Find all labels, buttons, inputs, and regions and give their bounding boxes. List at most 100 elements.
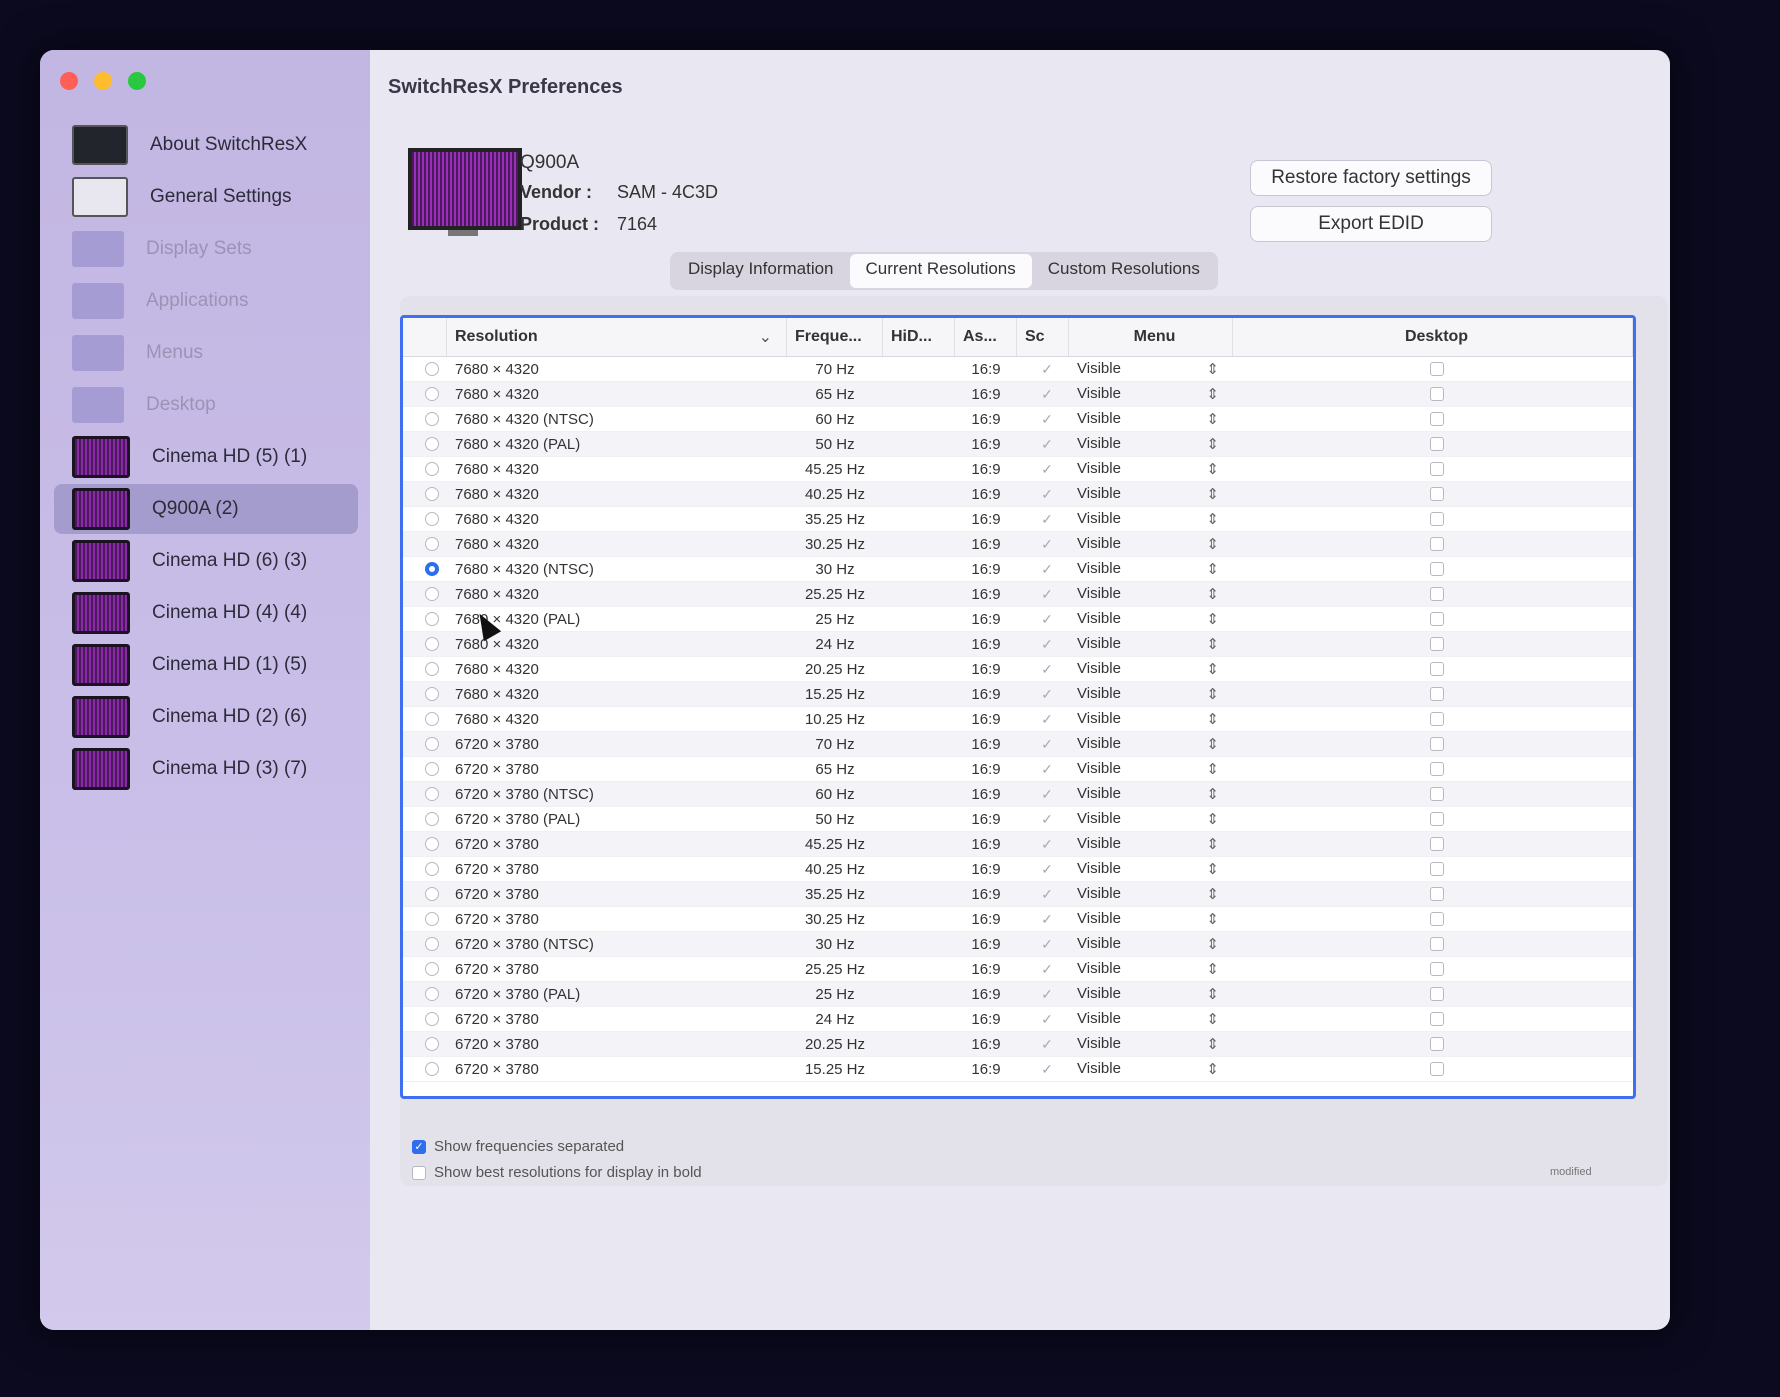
header-scale[interactable]: Sc [1017, 318, 1069, 356]
show-frequencies-checkbox[interactable]: ✓ [412, 1139, 426, 1154]
resolution-radio[interactable] [425, 712, 439, 726]
resolutions-table[interactable]: Resolution ⌄ Freque... HiD... As... Sc M… [400, 315, 1636, 1099]
resolution-radio[interactable] [425, 387, 439, 401]
scale-checkbox[interactable]: ✓ [1017, 986, 1069, 1003]
table-row[interactable]: 7680 × 4320 (NTSC) 30 Hz 16:9 ✓ Visible ⇕ [403, 557, 1633, 582]
desktop-checkbox[interactable] [1430, 587, 1444, 601]
menu-visibility-select[interactable]: Visible ⇕ [1069, 660, 1233, 678]
desktop-checkbox[interactable] [1430, 737, 1444, 751]
scale-checkbox[interactable]: ✓ [1017, 786, 1069, 803]
table-row[interactable]: 7680 × 4320 70 Hz 16:9 ✓ Visible ⇕ [403, 357, 1633, 382]
desktop-checkbox[interactable] [1430, 437, 1444, 451]
table-row[interactable]: 6720 × 3780 24 Hz 16:9 ✓ Visible ⇕ [403, 1007, 1633, 1032]
menu-visibility-select[interactable]: Visible ⇕ [1069, 785, 1233, 803]
scale-checkbox[interactable]: ✓ [1017, 486, 1069, 503]
scale-checkbox[interactable]: ✓ [1017, 511, 1069, 528]
menu-visibility-select[interactable]: Visible ⇕ [1069, 885, 1233, 903]
resolution-radio[interactable] [425, 562, 439, 576]
show-best-checkbox[interactable] [412, 1165, 426, 1180]
resolution-radio[interactable] [425, 987, 439, 1001]
menu-visibility-select[interactable]: Visible ⇕ [1069, 560, 1233, 578]
table-row[interactable]: 7680 × 4320 (NTSC) 60 Hz 16:9 ✓ Visible ⇕ [403, 407, 1633, 432]
desktop-checkbox[interactable] [1430, 962, 1444, 976]
scale-checkbox[interactable]: ✓ [1017, 761, 1069, 778]
menu-visibility-select[interactable]: Visible ⇕ [1069, 810, 1233, 828]
menu-visibility-select[interactable]: Visible ⇕ [1069, 385, 1233, 403]
scale-checkbox[interactable]: ✓ [1017, 561, 1069, 578]
scale-checkbox[interactable]: ✓ [1017, 461, 1069, 478]
scale-checkbox[interactable]: ✓ [1017, 636, 1069, 653]
resolution-radio[interactable] [425, 1012, 439, 1026]
resolution-radio[interactable] [425, 362, 439, 376]
desktop-checkbox[interactable] [1430, 662, 1444, 676]
zoom-button[interactable] [128, 72, 146, 90]
resolution-radio[interactable] [425, 537, 439, 551]
scale-checkbox[interactable]: ✓ [1017, 736, 1069, 753]
table-row[interactable]: 7680 × 4320 45.25 Hz 16:9 ✓ Visible ⇕ [403, 457, 1633, 482]
menu-visibility-select[interactable]: Visible ⇕ [1069, 985, 1233, 1003]
desktop-checkbox[interactable] [1430, 1037, 1444, 1051]
table-row[interactable]: 7680 × 4320 24 Hz 16:9 ✓ Visible ⇕ [403, 632, 1633, 657]
resolution-radio[interactable] [425, 587, 439, 601]
scale-checkbox[interactable]: ✓ [1017, 686, 1069, 703]
sidebar-item[interactable]: Display Sets [54, 224, 358, 274]
resolution-radio[interactable] [425, 1062, 439, 1076]
table-row[interactable]: 6720 × 3780 30.25 Hz 16:9 ✓ Visible ⇕ [403, 907, 1633, 932]
table-row[interactable]: 6720 × 3780 25.25 Hz 16:9 ✓ Visible ⇕ [403, 957, 1633, 982]
sidebar-item[interactable]: Q900A (2) [54, 484, 358, 534]
table-row[interactable]: 7680 × 4320 40.25 Hz 16:9 ✓ Visible ⇕ [403, 482, 1633, 507]
header-hidpi[interactable]: HiD... [883, 318, 955, 356]
table-row[interactable]: 6720 × 3780 15.25 Hz 16:9 ✓ Visible ⇕ [403, 1057, 1633, 1082]
tab-custom-resolutions[interactable]: Custom Resolutions [1032, 254, 1216, 288]
header-aspect[interactable]: As... [955, 318, 1017, 356]
resolution-radio[interactable] [425, 687, 439, 701]
header-frequency[interactable]: Freque... [787, 318, 883, 356]
menu-visibility-select[interactable]: Visible ⇕ [1069, 585, 1233, 603]
desktop-checkbox[interactable] [1430, 1062, 1444, 1076]
desktop-checkbox[interactable] [1430, 912, 1444, 926]
scale-checkbox[interactable]: ✓ [1017, 536, 1069, 553]
menu-visibility-select[interactable]: Visible ⇕ [1069, 410, 1233, 428]
table-row[interactable]: 6720 × 3780 35.25 Hz 16:9 ✓ Visible ⇕ [403, 882, 1633, 907]
scale-checkbox[interactable]: ✓ [1017, 811, 1069, 828]
table-row[interactable]: 6720 × 3780 (NTSC) 30 Hz 16:9 ✓ Visible ⇕ [403, 932, 1633, 957]
menu-visibility-select[interactable]: Visible ⇕ [1069, 935, 1233, 953]
menu-visibility-select[interactable]: Visible ⇕ [1069, 1060, 1233, 1078]
scale-checkbox[interactable]: ✓ [1017, 711, 1069, 728]
resolution-radio[interactable] [425, 437, 439, 451]
desktop-checkbox[interactable] [1430, 862, 1444, 876]
header-menu[interactable]: Menu [1069, 318, 1233, 356]
scale-checkbox[interactable]: ✓ [1017, 911, 1069, 928]
resolution-radio[interactable] [425, 787, 439, 801]
resolution-radio[interactable] [425, 462, 439, 476]
table-row[interactable]: 6720 × 3780 45.25 Hz 16:9 ✓ Visible ⇕ [403, 832, 1633, 857]
sidebar-item[interactable]: About SwitchResX [54, 120, 358, 170]
table-row[interactable]: 7680 × 4320 25.25 Hz 16:9 ✓ Visible ⇕ [403, 582, 1633, 607]
desktop-checkbox[interactable] [1430, 637, 1444, 651]
menu-visibility-select[interactable]: Visible ⇕ [1069, 910, 1233, 928]
table-row[interactable]: 7680 × 4320 35.25 Hz 16:9 ✓ Visible ⇕ [403, 507, 1633, 532]
menu-visibility-select[interactable]: Visible ⇕ [1069, 960, 1233, 978]
scale-checkbox[interactable]: ✓ [1017, 436, 1069, 453]
menu-visibility-select[interactable]: Visible ⇕ [1069, 735, 1233, 753]
desktop-checkbox[interactable] [1430, 887, 1444, 901]
resolution-radio[interactable] [425, 487, 439, 501]
menu-visibility-select[interactable]: Visible ⇕ [1069, 685, 1233, 703]
show-best-option[interactable]: Show best resolutions for display in bol… [412, 1164, 702, 1181]
scale-checkbox[interactable]: ✓ [1017, 1061, 1069, 1078]
table-row[interactable]: 7680 × 4320 (PAL) 25 Hz 16:9 ✓ Visible ⇕ [403, 607, 1633, 632]
menu-visibility-select[interactable]: Visible ⇕ [1069, 360, 1233, 378]
resolution-radio[interactable] [425, 512, 439, 526]
scale-checkbox[interactable]: ✓ [1017, 961, 1069, 978]
sidebar-item[interactable]: Cinema HD (4) (4) [54, 588, 358, 638]
desktop-checkbox[interactable] [1430, 362, 1444, 376]
table-row[interactable]: 6720 × 3780 (PAL) 50 Hz 16:9 ✓ Visible ⇕ [403, 807, 1633, 832]
resolution-radio[interactable] [425, 862, 439, 876]
table-row[interactable]: 7680 × 4320 20.25 Hz 16:9 ✓ Visible ⇕ [403, 657, 1633, 682]
minimize-button[interactable] [94, 72, 112, 90]
scale-checkbox[interactable]: ✓ [1017, 861, 1069, 878]
desktop-checkbox[interactable] [1430, 687, 1444, 701]
menu-visibility-select[interactable]: Visible ⇕ [1069, 1010, 1233, 1028]
table-row[interactable]: 6720 × 3780 70 Hz 16:9 ✓ Visible ⇕ [403, 732, 1633, 757]
menu-visibility-select[interactable]: Visible ⇕ [1069, 860, 1233, 878]
